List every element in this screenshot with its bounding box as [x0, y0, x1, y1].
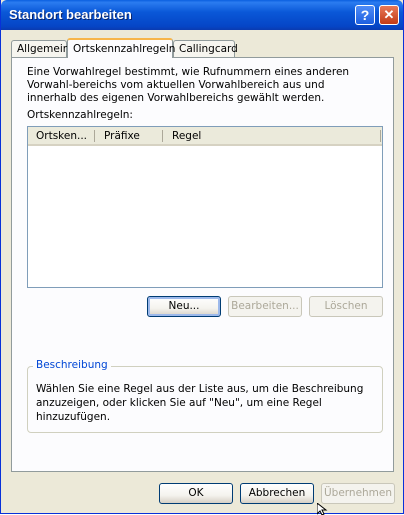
rules-list[interactable]: Ortsken... Präfixe Regel: [27, 126, 383, 288]
tab-panel: Eine Vorwahlregel bestimmt, wie Rufnumme…: [11, 57, 394, 472]
tab-allgemein[interactable]: Allgemein: [11, 40, 70, 57]
column-header-regel[interactable]: Regel: [172, 129, 201, 144]
description-text: Wählen Sie eine Regel aus der Liste aus,…: [36, 383, 364, 423]
close-button[interactable]: ✕: [379, 5, 399, 25]
dialog-window: Standort bearbeiten ? ✕ Allgemein Ortske…: [0, 0, 404, 514]
apply-button[interactable]: Übernehmen: [321, 483, 395, 504]
cancel-button[interactable]: Abbrechen: [240, 483, 314, 504]
rules-list-label: Ortskennzahlregeln:: [27, 109, 133, 121]
tab-label: Callingcard: [179, 43, 238, 55]
list-header: Ortsken... Präfixe Regel: [28, 127, 382, 146]
title-bar[interactable]: Standort bearbeiten ? ✕: [1, 0, 403, 30]
column-header-ortskennzahl[interactable]: Ortsken...: [36, 129, 87, 144]
help-button[interactable]: ?: [355, 5, 375, 25]
edit-rule-button[interactable]: Bearbeiten...: [228, 296, 302, 317]
close-icon: ✕: [383, 7, 395, 22]
window-title: Standort bearbeiten: [9, 7, 132, 22]
column-header-praefixe[interactable]: Präfixe: [104, 129, 140, 144]
tab-label: Ortskennzahlregeln: [73, 43, 176, 55]
tab-ortskennzahlregeln[interactable]: Ortskennzahlregeln: [67, 38, 176, 58]
dialog-body: Allgemein Ortskennzahlregeln Callingcard…: [1, 30, 403, 513]
new-rule-button[interactable]: Neu...: [147, 296, 221, 317]
description-group: Beschreibung Wählen Sie eine Regel aus d…: [27, 359, 383, 433]
help-icon: ?: [360, 7, 370, 23]
mouse-cursor-icon: [317, 503, 328, 515]
tab-callingcard[interactable]: Callingcard: [173, 40, 238, 57]
intro-text: Eine Vorwahlregel bestimmt, wie Rufnumme…: [27, 66, 350, 104]
column-divider[interactable]: [162, 130, 163, 142]
ok-button[interactable]: OK: [159, 483, 233, 504]
delete-rule-button[interactable]: Löschen: [309, 296, 383, 317]
description-title: Beschreibung: [33, 359, 111, 371]
column-divider[interactable]: [94, 130, 95, 142]
tab-label: Allgemein: [17, 43, 70, 55]
column-divider[interactable]: [380, 130, 381, 142]
